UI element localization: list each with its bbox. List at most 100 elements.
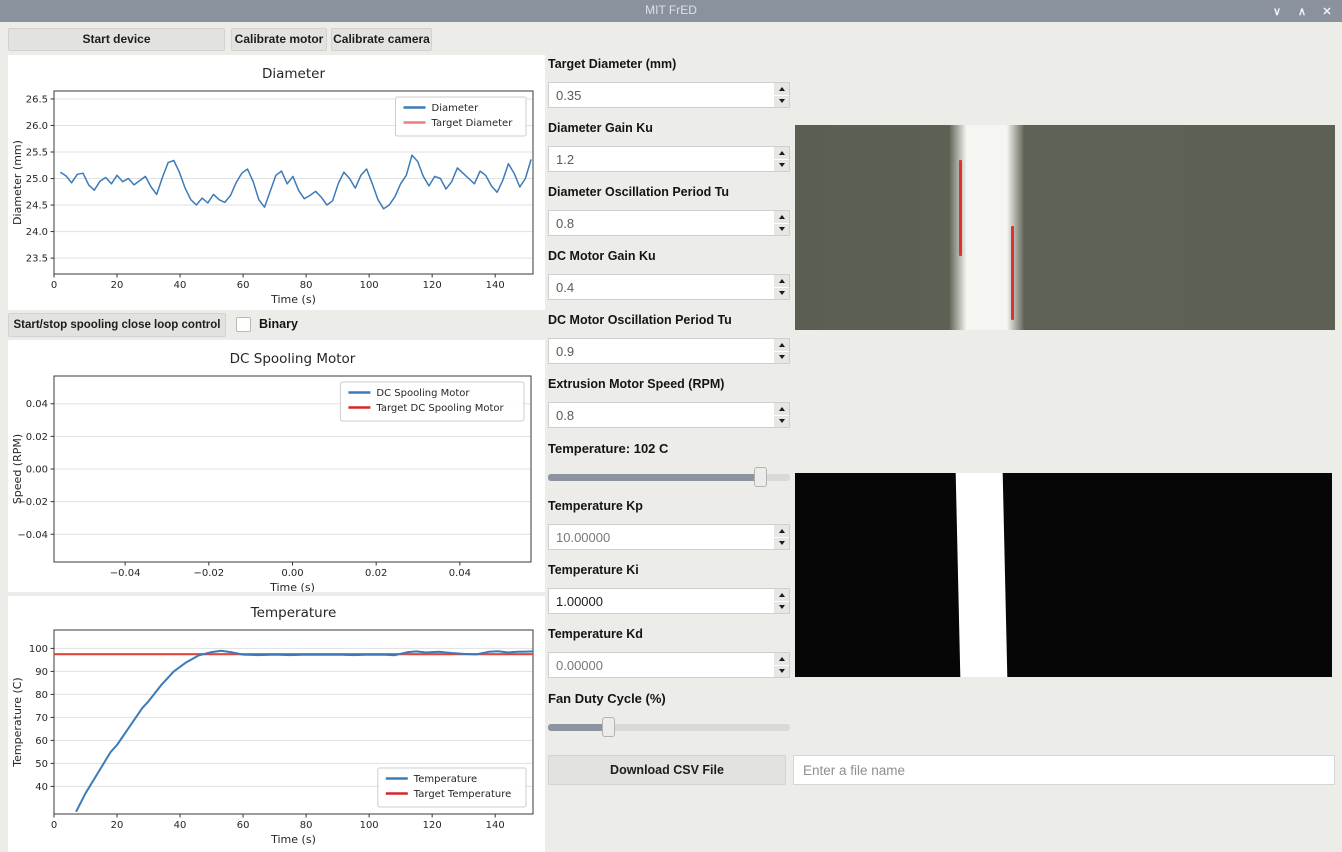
temperature-kp-spinbox bbox=[548, 524, 790, 550]
svg-text:90: 90 bbox=[35, 667, 48, 678]
dc-motor-gain-ku-spin-up-button[interactable] bbox=[774, 275, 789, 287]
target-diameter-label: Target Diameter (mm) bbox=[548, 57, 790, 73]
svg-text:100: 100 bbox=[29, 644, 48, 655]
dc-motor-gain-ku-spin-down-button[interactable] bbox=[774, 288, 789, 300]
svg-text:70: 70 bbox=[35, 713, 48, 724]
app-window: MIT FrED ∨ ∧ ✕ Start device Calibrate mo… bbox=[0, 0, 1342, 852]
temperature-ki-label: Temperature Ki bbox=[548, 563, 790, 579]
extrusion-motor-speed-spin-up-button[interactable] bbox=[774, 403, 789, 415]
target-diameter-input[interactable] bbox=[549, 83, 773, 107]
temperature-kp-input[interactable] bbox=[549, 525, 773, 549]
svg-text:60: 60 bbox=[237, 280, 250, 291]
diameter-oscillation-period-tu-input[interactable] bbox=[549, 211, 773, 235]
svg-text:Diameter: Diameter bbox=[432, 103, 480, 114]
svg-text:Target Diameter: Target Diameter bbox=[431, 118, 514, 129]
svg-text:140: 140 bbox=[486, 280, 505, 291]
temperature-ki-spin-up-button[interactable] bbox=[774, 589, 789, 601]
dc-motor-oscillation-period-tu-input[interactable] bbox=[549, 339, 773, 363]
dc-motor-gain-ku-label: DC Motor Gain Ku bbox=[548, 249, 790, 265]
arrow-down-icon bbox=[779, 99, 785, 103]
diameter-oscillation-period-tu-spin-down-button[interactable] bbox=[774, 224, 789, 236]
svg-text:−0.04: −0.04 bbox=[17, 530, 48, 541]
temperature-kd-spin-up-button[interactable] bbox=[774, 653, 789, 665]
dc-spooling-motor-chart: DC Spooling Motor−0.04−0.020.000.020.04−… bbox=[8, 340, 545, 592]
temperature-kp-spin-down-button[interactable] bbox=[774, 538, 789, 550]
svg-text:26.0: 26.0 bbox=[26, 121, 48, 132]
temperature-ki-spin-down-button[interactable] bbox=[774, 602, 789, 614]
svg-text:Speed (RPM): Speed (RPM) bbox=[11, 434, 24, 504]
diameter-chart-svg: Diameter23.524.024.525.025.526.026.50204… bbox=[8, 55, 545, 310]
minimize-icon[interactable]: ∨ bbox=[1270, 5, 1284, 18]
svg-text:DC Spooling Motor: DC Spooling Motor bbox=[230, 351, 356, 367]
file-name-input[interactable] bbox=[793, 755, 1335, 785]
extrusion-motor-speed-input[interactable] bbox=[549, 403, 773, 427]
diameter-gain-ku-label: Diameter Gain Ku bbox=[548, 121, 790, 137]
arrow-up-icon bbox=[779, 215, 785, 219]
svg-text:0: 0 bbox=[51, 820, 57, 831]
fiber-strip bbox=[956, 473, 1008, 677]
binary-checkbox[interactable] bbox=[236, 317, 251, 332]
diameter-oscillation-period-tu-label: Diameter Oscillation Period Tu bbox=[548, 185, 790, 201]
svg-text:100: 100 bbox=[360, 820, 379, 831]
svg-text:0.00: 0.00 bbox=[281, 568, 303, 579]
fan-duty-cycle-label: Fan Duty Cycle (%) bbox=[548, 691, 790, 707]
calibrate-motor-button[interactable]: Calibrate motor bbox=[231, 28, 327, 51]
svg-text:Temperature: Temperature bbox=[250, 605, 337, 621]
svg-text:50: 50 bbox=[35, 759, 48, 770]
svg-text:−0.02: −0.02 bbox=[193, 568, 224, 579]
arrow-up-icon bbox=[779, 343, 785, 347]
temperature-ki-input[interactable] bbox=[549, 589, 773, 613]
temperature-kp-spin-up-button[interactable] bbox=[774, 525, 789, 537]
arrow-up-icon bbox=[779, 151, 785, 155]
svg-text:40: 40 bbox=[174, 280, 187, 291]
extrusion-motor-speed-spin-down-button[interactable] bbox=[774, 416, 789, 428]
diameter-oscillation-period-tu-spin-up-button[interactable] bbox=[774, 211, 789, 223]
dc-motor-oscillation-period-tu-spin-up-button[interactable] bbox=[774, 339, 789, 351]
temperature-slider-handle[interactable] bbox=[754, 467, 767, 487]
fan-duty-cycle-slider-handle[interactable] bbox=[602, 717, 615, 737]
arrow-down-icon bbox=[779, 419, 785, 423]
close-icon[interactable]: ✕ bbox=[1320, 5, 1334, 18]
svg-text:120: 120 bbox=[423, 820, 442, 831]
dc-motor-gain-ku-input[interactable] bbox=[549, 275, 773, 299]
extrusion-motor-speed-spinbox bbox=[548, 402, 790, 428]
svg-text:0.00: 0.00 bbox=[26, 465, 48, 476]
temperature-kd-input[interactable] bbox=[549, 653, 773, 677]
svg-text:40: 40 bbox=[174, 820, 187, 831]
target-diameter-spin-down-button[interactable] bbox=[774, 96, 789, 108]
temperature-slider[interactable] bbox=[548, 469, 790, 485]
svg-text:Time (s): Time (s) bbox=[269, 581, 315, 592]
temperature-chart: Temperature40506070809010002040608010012… bbox=[8, 596, 545, 852]
start-device-button[interactable]: Start device bbox=[8, 28, 225, 51]
arrow-up-icon bbox=[779, 407, 785, 411]
svg-text:140: 140 bbox=[486, 820, 505, 831]
svg-text:25.0: 25.0 bbox=[26, 174, 48, 185]
svg-text:23.5: 23.5 bbox=[26, 254, 48, 265]
temperature-label: Temperature: 102 C bbox=[548, 441, 790, 457]
svg-text:0.02: 0.02 bbox=[365, 568, 387, 579]
temperature-ki-spinbox bbox=[548, 588, 790, 614]
fan-duty-cycle-slider[interactable] bbox=[548, 719, 790, 735]
download-csv-button[interactable]: Download CSV File bbox=[548, 755, 786, 785]
svg-text:0: 0 bbox=[51, 280, 57, 291]
svg-text:Time (s): Time (s) bbox=[270, 293, 316, 306]
svg-text:40: 40 bbox=[35, 782, 48, 793]
dc-motor-oscillation-period-tu-spinbox bbox=[548, 338, 790, 364]
calibrate-camera-button[interactable]: Calibrate camera bbox=[331, 28, 432, 51]
svg-text:Target DC Spooling Motor: Target DC Spooling Motor bbox=[375, 403, 504, 414]
spooling-control-button[interactable]: Start/stop spooling close loop control bbox=[8, 313, 226, 337]
temperature-kd-spin-down-button[interactable] bbox=[774, 666, 789, 678]
svg-text:0.04: 0.04 bbox=[26, 399, 48, 410]
arrow-up-icon bbox=[779, 279, 785, 283]
diameter-chart: Diameter23.524.024.525.025.526.026.50204… bbox=[8, 55, 545, 310]
diameter-gain-ku-spin-down-button[interactable] bbox=[774, 160, 789, 172]
diameter-gain-ku-spinbox bbox=[548, 146, 790, 172]
diameter-gain-ku-input[interactable] bbox=[549, 147, 773, 171]
diameter-gain-ku-spin-up-button[interactable] bbox=[774, 147, 789, 159]
window-title: MIT FrED bbox=[0, 3, 1342, 17]
svg-text:26.5: 26.5 bbox=[26, 94, 48, 105]
target-diameter-spin-up-button[interactable] bbox=[774, 83, 789, 95]
edge-marker-left bbox=[959, 160, 962, 256]
dc-motor-oscillation-period-tu-spin-down-button[interactable] bbox=[774, 352, 789, 364]
maximize-icon[interactable]: ∧ bbox=[1295, 5, 1309, 18]
